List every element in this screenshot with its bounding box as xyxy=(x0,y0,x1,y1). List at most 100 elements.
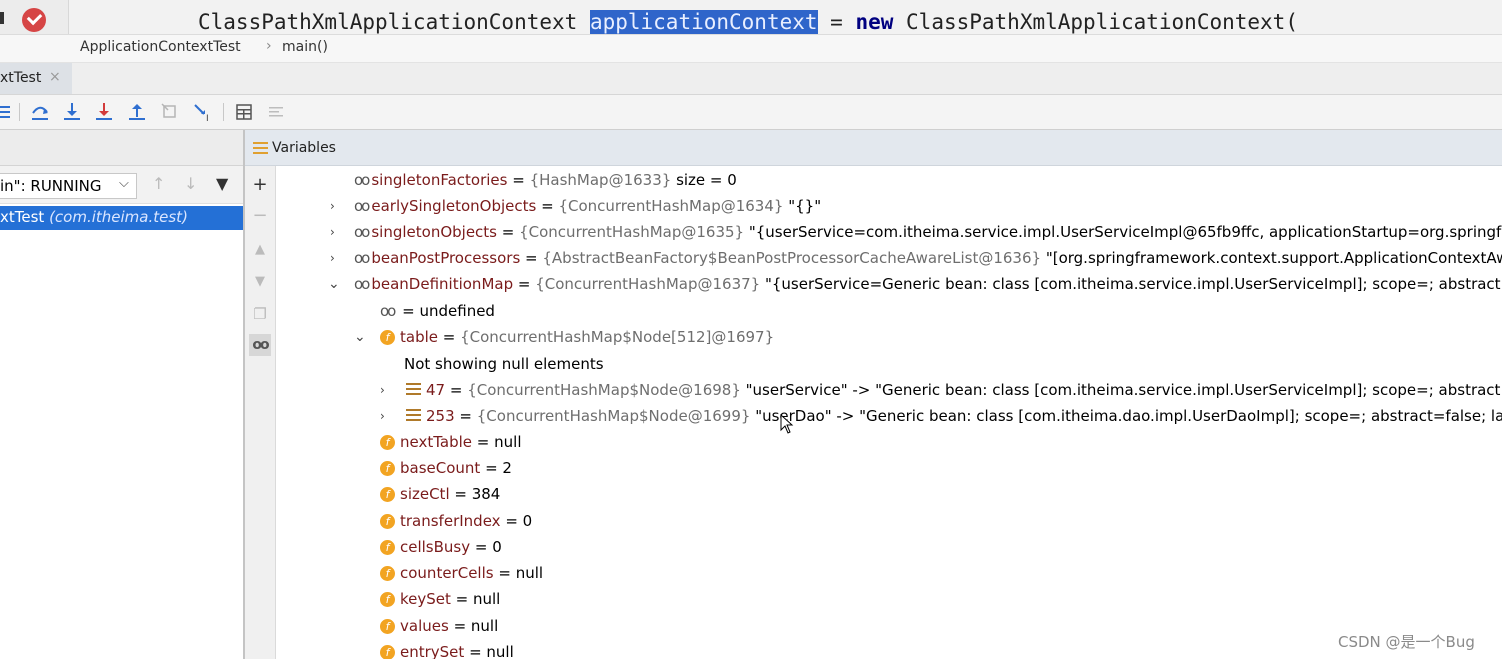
var-eq: = xyxy=(480,459,503,477)
collapse-arrow-icon[interactable]: ⌄ xyxy=(328,276,340,292)
tab-label: xtTest xyxy=(0,70,42,86)
breakpoint-icon[interactable] xyxy=(22,8,46,32)
var-value: undefined xyxy=(419,302,495,320)
force-step-into-icon[interactable] xyxy=(93,101,115,123)
field-icon: f xyxy=(380,645,395,659)
var-value: 2 xyxy=(502,459,512,477)
object-icon: oo xyxy=(354,197,370,215)
breadcrumb-separator: › xyxy=(266,38,272,54)
tree-row[interactable]: f cellsBusy = 0 xyxy=(380,538,502,562)
tree-row[interactable]: oo = undefined xyxy=(380,302,495,326)
tree-row[interactable]: oo singletonObjects = {ConcurrentHashMap@… xyxy=(354,223,1502,247)
variables-title: Variables xyxy=(272,140,336,156)
var-type: {ConcurrentHashMap@1635} xyxy=(519,223,745,241)
expand-arrow-icon[interactable]: › xyxy=(380,383,385,397)
tab-debug-session[interactable]: xtTest × xyxy=(0,63,72,94)
var-eq: = xyxy=(438,328,461,346)
tree-row: Not showing null elements xyxy=(404,355,604,379)
tree-row[interactable]: f nextTable = null xyxy=(380,433,522,457)
tree-row[interactable]: f keySet = null xyxy=(380,590,500,614)
code-selection[interactable]: applicationContext xyxy=(589,10,818,34)
expand-arrow-icon[interactable]: › xyxy=(330,199,335,213)
thread-selector-value: in": RUNNING xyxy=(0,177,102,195)
drop-frame-icon[interactable] xyxy=(159,101,181,123)
frame-package: (com.itheima.test) xyxy=(49,208,188,226)
var-name: singletonObjects xyxy=(371,223,497,241)
var-name: 47 xyxy=(426,381,446,399)
editor-code-line: ClassPathXmlApplicationContext applicati… xyxy=(0,0,1502,35)
var-eq: = xyxy=(464,643,487,659)
object-icon: oo xyxy=(354,275,370,293)
tree-row[interactable]: 47 = {ConcurrentHashMap$Node@1698} "user… xyxy=(406,381,1502,405)
field-icon: f xyxy=(380,487,395,502)
chevron-down-icon: ⌵ xyxy=(119,176,129,191)
field-icon: f xyxy=(380,566,395,581)
tree-row[interactable]: oo beanDefinitionMap = {ConcurrentHashMap… xyxy=(354,275,1502,299)
tree-row[interactable]: 253 = {ConcurrentHashMap$Node@1699} "use… xyxy=(406,407,1502,431)
watermark: CSDN @是一个Bug xyxy=(1338,633,1475,651)
copy-icon[interactable]: ❐ xyxy=(249,303,271,325)
layout-icon[interactable] xyxy=(0,101,16,123)
expand-arrow-icon[interactable]: › xyxy=(380,409,385,423)
code-text: ClassPathXmlApplicationContext applicati… xyxy=(198,10,1298,34)
code-post: ClassPathXmlApplicationContext( xyxy=(893,10,1298,34)
tree-row[interactable]: f values = null xyxy=(380,617,498,641)
step-into-icon[interactable] xyxy=(61,101,83,123)
collapse-arrow-icon[interactable]: ⌄ xyxy=(354,329,366,345)
evaluate-expression-icon[interactable] xyxy=(233,101,255,123)
var-name: cellsBusy xyxy=(400,538,471,556)
var-type: {ConcurrentHashMap@1634} xyxy=(558,197,784,215)
var-value: size = 0 xyxy=(671,171,737,189)
field-icon: f xyxy=(380,435,395,450)
var-name: beanDefinitionMap xyxy=(371,275,514,293)
selected-frame[interactable]: xtTest (com.itheima.test) xyxy=(0,206,243,230)
var-type: {ConcurrentHashMap@1637} xyxy=(535,275,761,293)
tree-row[interactable]: oo singletonFactories = {HashMap@1633} si… xyxy=(354,171,737,195)
run-to-cursor-icon[interactable]: I xyxy=(192,101,214,123)
var-name: entrySet xyxy=(400,643,465,659)
tree-row[interactable]: f table = {ConcurrentHashMap$Node[512]@16… xyxy=(380,328,774,352)
field-icon: f xyxy=(380,514,395,529)
step-out-icon[interactable] xyxy=(126,101,148,123)
var-eq: = xyxy=(493,564,516,582)
tree-row[interactable]: f entrySet = null xyxy=(380,643,514,659)
object-icon: oo xyxy=(354,223,370,241)
show-watches-icon[interactable]: oo xyxy=(249,334,271,356)
toolbar-divider xyxy=(223,103,224,121)
filter-icon[interactable]: ▼ xyxy=(216,174,228,193)
breadcrumb-method[interactable]: main() xyxy=(282,39,328,55)
var-name: beanPostProcessors xyxy=(371,249,521,267)
mouse-cursor-icon xyxy=(780,414,794,434)
trace-current-stream-icon[interactable] xyxy=(265,101,287,123)
var-name: earlySingletonObjects xyxy=(371,197,537,215)
move-up-icon[interactable]: ▲ xyxy=(249,239,271,261)
step-over-icon[interactable] xyxy=(29,101,51,123)
var-name: counterCells xyxy=(400,564,494,582)
move-down-icon[interactable]: ▼ xyxy=(249,271,271,293)
tree-row[interactable]: oo beanPostProcessors = {AbstractBeanFact… xyxy=(354,249,1502,273)
remove-watch-icon[interactable]: − xyxy=(249,205,271,227)
close-icon[interactable]: × xyxy=(49,69,61,85)
array-element-icon xyxy=(406,383,421,395)
var-eq: = xyxy=(520,249,543,267)
tree-row[interactable]: oo earlySingletonObjects = {ConcurrentHas… xyxy=(354,197,821,221)
var-eq: = xyxy=(445,381,468,399)
expand-arrow-icon[interactable]: › xyxy=(330,225,335,239)
tree-row[interactable]: f sizeCtl = 384 xyxy=(380,485,500,509)
previous-frame-icon[interactable]: ↑ xyxy=(152,174,165,193)
expand-arrow-icon[interactable]: › xyxy=(330,251,335,265)
breadcrumb-class[interactable]: ApplicationContextTest xyxy=(80,39,241,55)
var-name: table xyxy=(400,328,438,346)
var-value: "{userService=Generic bean: class [com.i… xyxy=(760,275,1502,293)
var-eq: = xyxy=(470,538,493,556)
svg-text:I: I xyxy=(206,114,209,123)
tree-row[interactable]: f transferIndex = 0 xyxy=(380,512,532,536)
field-icon: f xyxy=(380,619,395,634)
next-frame-icon[interactable]: ↓ xyxy=(184,174,197,193)
field-icon: f xyxy=(380,330,395,345)
add-watch-icon[interactable]: + xyxy=(249,174,271,196)
tree-row[interactable]: f counterCells = null xyxy=(380,564,543,588)
tree-row[interactable]: f baseCount = 2 xyxy=(380,459,512,483)
gutter-marker xyxy=(0,12,4,24)
thread-selector[interactable]: in": RUNNING ⌵ xyxy=(0,173,137,199)
